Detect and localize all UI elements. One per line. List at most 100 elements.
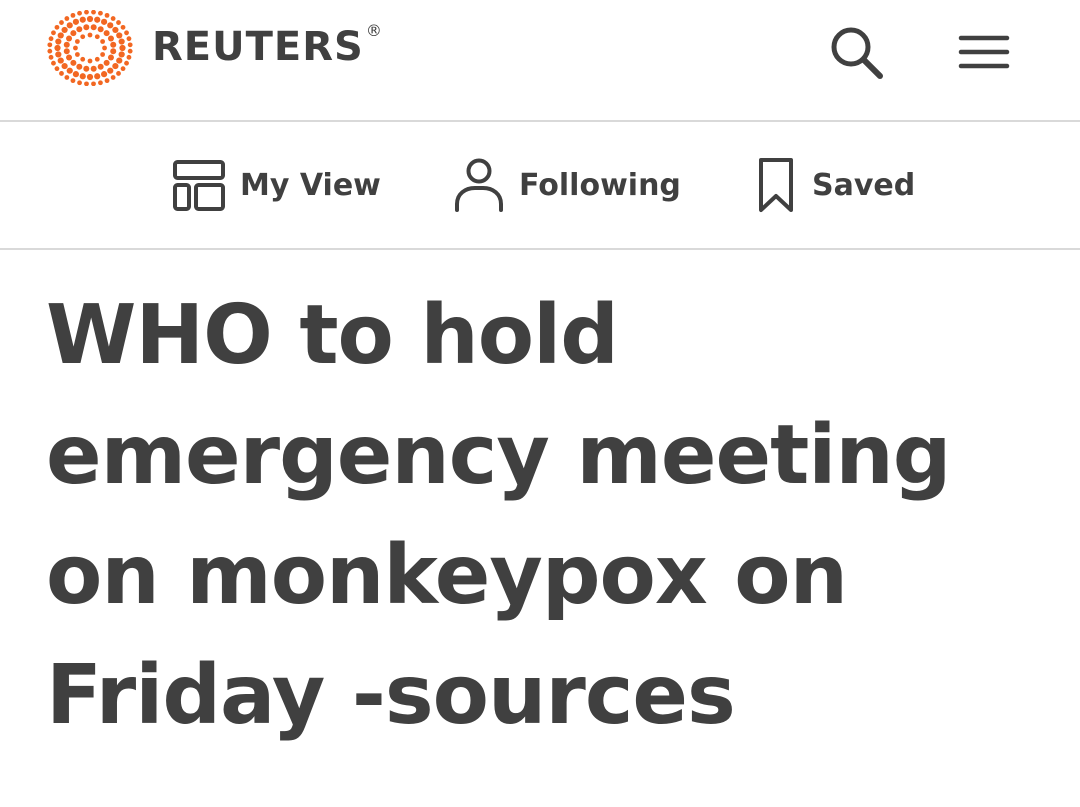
logo-dot bbox=[107, 35, 114, 42]
logo-dot bbox=[51, 30, 56, 36]
logo-dot bbox=[66, 35, 73, 42]
logo-dot bbox=[118, 51, 125, 58]
logo-dot bbox=[112, 62, 119, 70]
logo-dot bbox=[110, 16, 116, 21]
logo-dot bbox=[118, 38, 125, 45]
logo-dot bbox=[112, 26, 119, 34]
brand-home-link[interactable]: REUTERS ® bbox=[46, 10, 383, 86]
logo-dot bbox=[64, 75, 70, 80]
logo-dot bbox=[61, 26, 68, 34]
logo-dot bbox=[94, 73, 101, 80]
logo-dot bbox=[80, 34, 86, 40]
logo-dot bbox=[107, 54, 114, 61]
logo-dot bbox=[61, 62, 68, 70]
logo-dot bbox=[103, 59, 110, 66]
logo-dot bbox=[120, 66, 126, 72]
reuters-logo-icon bbox=[47, 10, 133, 86]
logo-dot bbox=[47, 48, 53, 54]
logo-dot bbox=[70, 12, 76, 18]
registered-mark: ® bbox=[365, 21, 383, 40]
logo-dot bbox=[119, 44, 126, 52]
menu-button[interactable] bbox=[952, 22, 1016, 82]
logo-dot bbox=[79, 73, 86, 80]
logo-dot bbox=[55, 38, 62, 45]
logo-dot bbox=[97, 63, 104, 70]
logo-dot bbox=[87, 32, 93, 38]
logo-dot bbox=[48, 36, 54, 42]
nav-following[interactable]: Following bbox=[453, 156, 681, 214]
logo-dot bbox=[73, 45, 78, 51]
logo-dot bbox=[80, 56, 86, 62]
brand-wordmark: REUTERS ® bbox=[152, 23, 383, 68]
bookmark-icon bbox=[759, 158, 793, 212]
logo-dot bbox=[54, 66, 60, 72]
logo-dot bbox=[100, 71, 108, 78]
logo-dot bbox=[66, 67, 73, 74]
logo-dot bbox=[64, 16, 70, 21]
logo-dot bbox=[86, 15, 94, 23]
logo-dot bbox=[70, 59, 77, 66]
logo-dot bbox=[77, 80, 82, 86]
logo-dot bbox=[90, 65, 97, 72]
logo-dot bbox=[100, 52, 106, 57]
logo-dot bbox=[107, 22, 114, 29]
site-header: REUTERS ® bbox=[0, 0, 1080, 122]
user-nav-bar: My View Following Saved bbox=[0, 122, 1080, 250]
logo-dot bbox=[72, 18, 80, 25]
logo-dot bbox=[98, 80, 103, 86]
logo-dot bbox=[74, 52, 80, 57]
nav-my-view[interactable]: My View bbox=[172, 156, 381, 214]
logo-dot bbox=[110, 41, 117, 48]
nav-saved[interactable]: Saved bbox=[756, 156, 915, 214]
logo-dot bbox=[126, 36, 132, 42]
nav-label: Saved bbox=[812, 167, 916, 203]
logo-dot bbox=[63, 41, 70, 48]
logo-dot bbox=[90, 24, 97, 31]
logo-dot bbox=[107, 67, 114, 74]
logo-dot bbox=[116, 32, 123, 39]
logo-dot bbox=[59, 71, 64, 76]
logo-dot bbox=[66, 22, 73, 29]
logo-dot bbox=[77, 10, 82, 16]
logo-dot bbox=[91, 81, 96, 86]
logo-dot bbox=[126, 54, 132, 60]
logo-dot bbox=[84, 10, 89, 15]
logo-dot bbox=[110, 75, 116, 80]
logo-dot bbox=[70, 78, 76, 84]
logo-dot bbox=[127, 42, 133, 48]
logo-dot bbox=[70, 30, 77, 37]
person-icon bbox=[455, 158, 503, 212]
layout-icon bbox=[173, 160, 225, 211]
logo-dot bbox=[74, 39, 80, 44]
logo-dot bbox=[83, 24, 90, 31]
logo-dot bbox=[103, 30, 110, 37]
logo-dot bbox=[124, 30, 129, 36]
logo-dot bbox=[97, 26, 104, 33]
logo-dot bbox=[59, 20, 64, 25]
logo-dot bbox=[72, 71, 80, 78]
logo-dot bbox=[83, 65, 90, 72]
logo-dot bbox=[76, 26, 83, 33]
search-button[interactable] bbox=[824, 22, 888, 82]
logo-dot bbox=[120, 24, 126, 30]
logo-dot bbox=[48, 54, 54, 60]
logo-dot bbox=[94, 34, 100, 40]
logo-dot bbox=[116, 71, 121, 76]
logo-dot bbox=[124, 60, 129, 66]
logo-dot bbox=[116, 20, 121, 25]
nav-label: My View bbox=[240, 167, 381, 203]
logo-dot bbox=[102, 45, 107, 51]
logo-dot bbox=[57, 32, 64, 39]
logo-dot bbox=[91, 10, 96, 15]
logo-dot bbox=[104, 12, 110, 18]
logo-dot bbox=[98, 10, 103, 16]
logo-dot bbox=[76, 63, 83, 70]
logo-dot bbox=[94, 16, 101, 23]
logo-dot bbox=[87, 58, 93, 64]
logo-dot bbox=[51, 60, 56, 66]
logo-dot bbox=[116, 57, 123, 64]
logo-dot bbox=[84, 81, 89, 86]
logo-dot bbox=[86, 73, 94, 81]
logo-dot bbox=[66, 54, 73, 61]
logo-dot bbox=[127, 48, 133, 54]
